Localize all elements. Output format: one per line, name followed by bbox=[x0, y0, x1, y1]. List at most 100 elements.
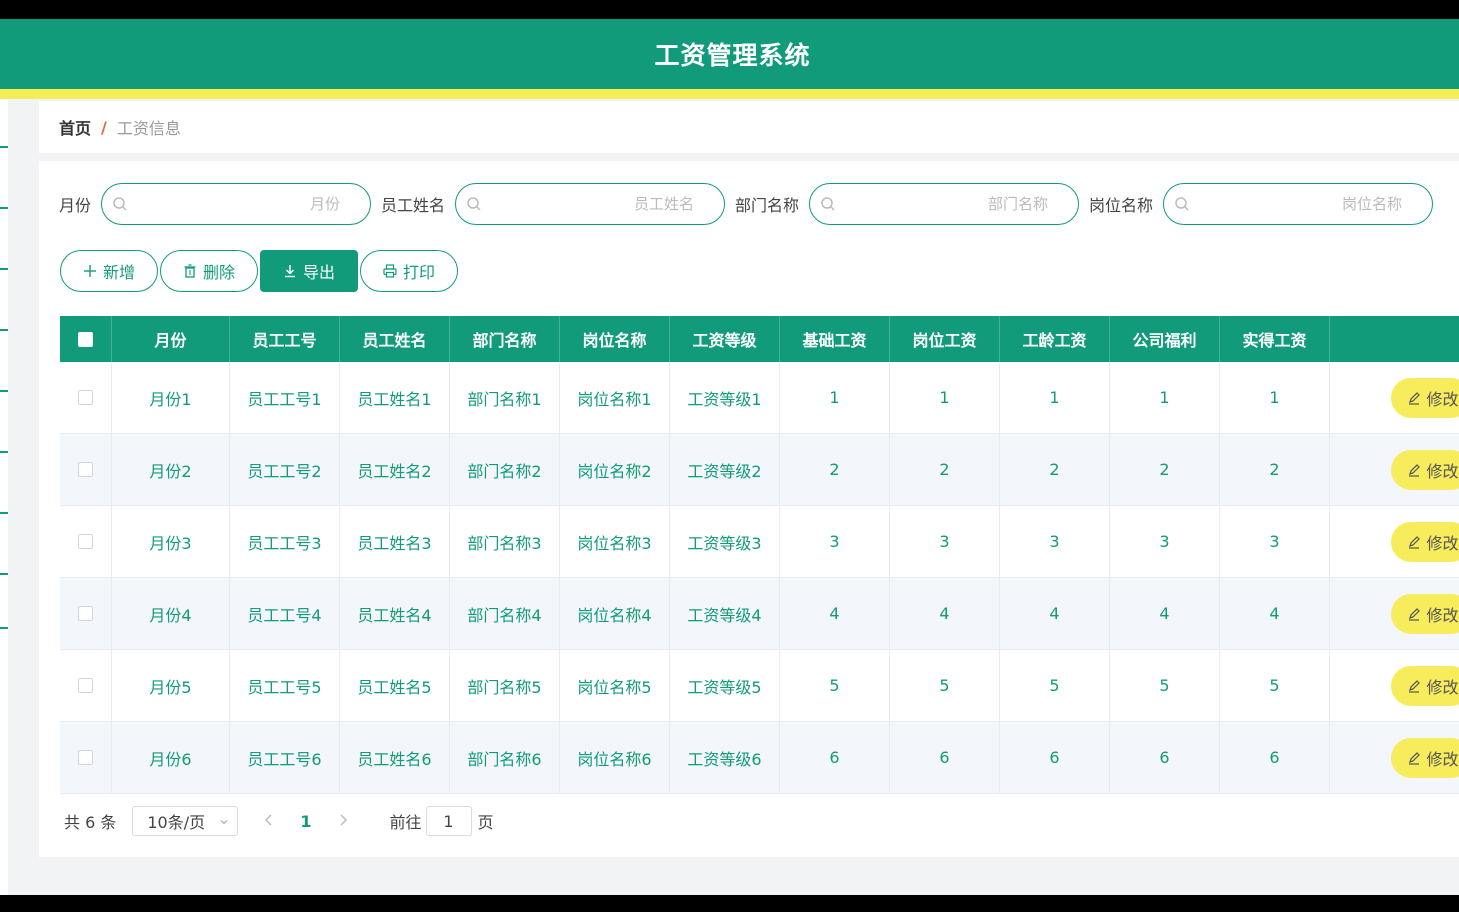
sidebar-tick bbox=[0, 329, 8, 331]
sidebar-tick bbox=[0, 268, 8, 270]
row-actions: 修改 bbox=[1330, 362, 1459, 433]
edit-button[interactable]: 修改 bbox=[1390, 665, 1459, 706]
table-cell: 3 bbox=[1000, 506, 1110, 577]
row-actions: 修改 bbox=[1330, 650, 1459, 721]
table-cell: 岗位名称3 bbox=[560, 506, 670, 577]
print-button[interactable]: 打印 bbox=[360, 250, 458, 292]
column-header: 公司福利 bbox=[1110, 316, 1220, 362]
breadcrumb-home[interactable]: 首页 bbox=[59, 115, 91, 139]
table-cell: 员工工号5 bbox=[230, 650, 340, 721]
edit-icon bbox=[1407, 535, 1421, 549]
table-cell: 工资等级2 bbox=[670, 434, 780, 505]
prev-page-icon[interactable] bbox=[264, 811, 274, 832]
row-select[interactable] bbox=[60, 722, 112, 793]
app-title: 工资管理系统 bbox=[654, 41, 811, 70]
row-checkbox[interactable] bbox=[78, 678, 93, 693]
table-cell: 3 bbox=[890, 506, 1000, 577]
search-icon bbox=[467, 197, 481, 211]
add-button-label: 新增 bbox=[102, 263, 135, 282]
sidebar-tick bbox=[0, 627, 8, 629]
column-header-actions bbox=[1330, 316, 1459, 362]
table-cell: 5 bbox=[1110, 650, 1220, 721]
table-cell: 月份4 bbox=[112, 578, 230, 649]
table-cell: 3 bbox=[1110, 506, 1220, 577]
table-cell: 岗位名称2 bbox=[560, 434, 670, 505]
table-cell: 工资等级3 bbox=[670, 506, 780, 577]
sidebar-tick bbox=[0, 512, 8, 514]
row-actions: 修改 bbox=[1330, 578, 1459, 649]
export-button-label: 导出 bbox=[302, 263, 335, 282]
table-cell: 月份6 bbox=[112, 722, 230, 793]
table-row: 月份5 员工工号5 员工姓名5 部门名称5 岗位名称5 工资等级5 5 5 5 5 5 修改 bbox=[60, 650, 1459, 722]
row-checkbox[interactable] bbox=[78, 390, 93, 405]
table-cell: 5 bbox=[1220, 650, 1330, 721]
header-accent-strip bbox=[0, 89, 1459, 99]
row-select[interactable] bbox=[60, 434, 112, 505]
table-cell: 2 bbox=[1000, 434, 1110, 505]
search-box-position[interactable] bbox=[1163, 183, 1434, 225]
row-select[interactable] bbox=[60, 650, 112, 721]
row-select[interactable] bbox=[60, 506, 112, 577]
row-select[interactable] bbox=[60, 578, 112, 649]
delete-button[interactable]: 删除 bbox=[160, 250, 258, 292]
table-cell: 4 bbox=[1000, 578, 1110, 649]
current-page[interactable]: 1 bbox=[300, 812, 311, 831]
search-input-employee-name[interactable] bbox=[482, 195, 695, 213]
search-bar: 月份 员工姓名 部门名称 岗位名称 bbox=[59, 183, 1443, 225]
page-size-value: 10条/页 bbox=[147, 813, 206, 832]
column-header: 实得工资 bbox=[1220, 316, 1330, 362]
search-input-department[interactable] bbox=[836, 195, 1049, 213]
sidebar-tick bbox=[0, 451, 8, 453]
page-size-select[interactable]: 10条/页 bbox=[132, 806, 239, 836]
column-header: 基础工资 bbox=[780, 316, 890, 362]
table-cell: 工资等级6 bbox=[670, 722, 780, 793]
table-cell: 6 bbox=[1000, 722, 1110, 793]
edit-icon bbox=[1407, 607, 1421, 621]
column-header: 员工姓名 bbox=[340, 316, 450, 362]
row-actions: 修改 bbox=[1330, 434, 1459, 505]
edit-button[interactable]: 修改 bbox=[1390, 521, 1459, 562]
search-label-department: 部门名称 bbox=[735, 196, 800, 215]
row-checkbox[interactable] bbox=[78, 750, 93, 765]
edit-button[interactable]: 修改 bbox=[1390, 593, 1459, 634]
printer-icon bbox=[383, 264, 397, 278]
plus-icon bbox=[83, 264, 97, 278]
breadcrumb: 首页 / 工资信息 bbox=[39, 101, 1459, 153]
top-black-bar bbox=[0, 0, 1459, 19]
edit-icon bbox=[1407, 391, 1421, 405]
export-button[interactable]: 导出 bbox=[260, 250, 358, 292]
edit-button[interactable]: 修改 bbox=[1390, 737, 1459, 778]
row-checkbox[interactable] bbox=[78, 606, 93, 621]
add-button[interactable]: 新增 bbox=[60, 250, 158, 292]
goto-page-input[interactable]: 1 bbox=[425, 806, 472, 836]
table-cell: 月份2 bbox=[112, 434, 230, 505]
search-box-month[interactable] bbox=[101, 183, 372, 225]
edit-button[interactable]: 修改 bbox=[1390, 377, 1459, 418]
table-cell: 部门名称5 bbox=[450, 650, 560, 721]
table-cell: 工资等级1 bbox=[670, 362, 780, 433]
table-cell: 月份3 bbox=[112, 506, 230, 577]
row-select[interactable] bbox=[60, 362, 112, 433]
search-box-department[interactable] bbox=[809, 183, 1080, 225]
select-all-checkbox[interactable] bbox=[78, 331, 93, 347]
bottom-black-bar bbox=[0, 895, 1459, 912]
search-label-position: 岗位名称 bbox=[1089, 196, 1154, 215]
edit-button[interactable]: 修改 bbox=[1390, 449, 1459, 490]
table-cell: 员工姓名6 bbox=[340, 722, 450, 793]
search-box-employee-name[interactable] bbox=[455, 183, 726, 225]
table-cell: 2 bbox=[1110, 434, 1220, 505]
table-header: 月份 员工工号 员工姓名 部门名称 岗位名称 工资等级 基础工资 岗位工资 工龄… bbox=[60, 316, 1459, 362]
table-cell: 6 bbox=[780, 722, 890, 793]
table-cell: 2 bbox=[780, 434, 890, 505]
search-input-month[interactable] bbox=[128, 195, 341, 213]
search-input-position[interactable] bbox=[1190, 195, 1403, 213]
row-checkbox[interactable] bbox=[78, 534, 93, 549]
table-cell: 工资等级4 bbox=[670, 578, 780, 649]
next-page-icon[interactable] bbox=[338, 811, 348, 832]
header-select-all[interactable] bbox=[60, 316, 112, 362]
edit-icon bbox=[1407, 679, 1421, 693]
table-cell: 1 bbox=[890, 362, 1000, 433]
row-checkbox[interactable] bbox=[78, 462, 93, 477]
table-cell: 岗位名称4 bbox=[560, 578, 670, 649]
table-cell: 6 bbox=[1110, 722, 1220, 793]
